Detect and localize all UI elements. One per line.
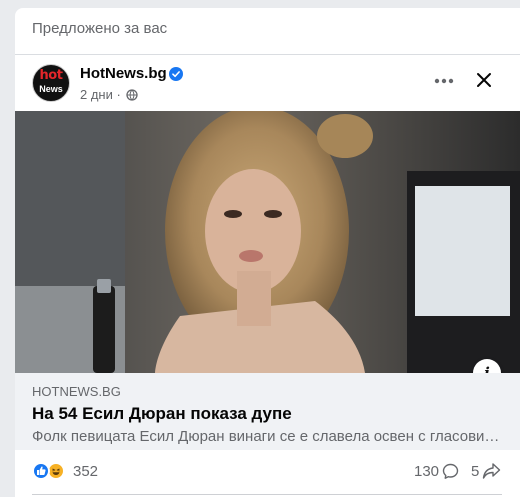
link-domain: HOTNEWS.BG <box>32 384 121 399</box>
avatar-logo-hot: hot <box>39 68 63 83</box>
comment-count[interactable]: 130 <box>414 463 439 480</box>
post-card: Предложено за вас hot News HotNews.bg 2 … <box>15 8 520 497</box>
globe-icon <box>126 89 139 101</box>
post-photo <box>15 111 520 373</box>
actions-divider <box>32 494 502 495</box>
suggested-label: Предложено за вас <box>32 20 168 37</box>
post-image[interactable] <box>15 111 520 373</box>
page-name-link[interactable]: HotNews.bg <box>80 65 167 82</box>
link-headline[interactable]: На 54 Есил Дюран показа дупе <box>32 404 292 424</box>
share-icon[interactable] <box>482 462 501 480</box>
reaction-count[interactable]: 352 <box>73 463 98 480</box>
close-icon <box>477 73 491 87</box>
verified-badge-icon <box>169 67 183 81</box>
post-header: hot News HotNews.bg 2 дни · <box>15 55 520 111</box>
link-preview[interactable]: HOTNEWS.BG На 54 Есил Дюран показа дупе … <box>15 373 520 450</box>
post-timestamp[interactable]: 2 дни <box>80 87 113 102</box>
post-stats: 352 130 5 <box>15 456 520 486</box>
more-horizontal-icon <box>434 78 454 84</box>
meta-separator: · <box>116 87 121 102</box>
share-count[interactable]: 5 <box>471 463 479 480</box>
link-description: Фолк певицата Есил Дюран винаги се е сла… <box>32 428 500 445</box>
hide-post-button[interactable] <box>469 65 499 95</box>
like-icon[interactable] <box>32 462 50 480</box>
comment-icon[interactable] <box>442 463 459 480</box>
more-options-button[interactable] <box>430 71 458 91</box>
post-meta: 2 дни · <box>80 87 139 102</box>
avatar-logo-news: News <box>39 84 63 94</box>
avatar[interactable]: hot News <box>32 64 70 102</box>
